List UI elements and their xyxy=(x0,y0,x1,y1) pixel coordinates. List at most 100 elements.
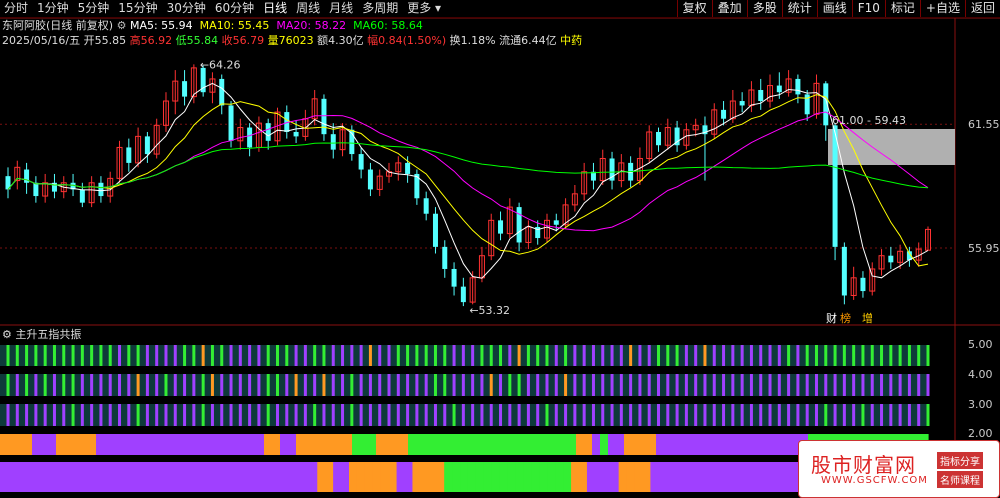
indicator-block xyxy=(690,462,699,492)
indicator-block xyxy=(88,434,97,455)
indicator-bar xyxy=(322,404,326,426)
indicator-block xyxy=(464,434,473,455)
price-axis-label-1: 55.95 xyxy=(968,242,1000,255)
indicator-bar xyxy=(489,374,493,396)
indicator-block xyxy=(364,462,374,492)
indicator-bar xyxy=(861,345,865,366)
indicator-block xyxy=(23,462,33,492)
indicator-bar xyxy=(749,404,753,426)
indicator-bar xyxy=(731,374,735,396)
candle-body xyxy=(423,198,429,214)
indicator-block xyxy=(80,434,89,455)
kline-chart[interactable]: 61.55 55.95 ←64.26 ←53.32 61.00 - 59.43 财榜增 5.… xyxy=(0,0,1000,498)
indicator-block xyxy=(136,434,145,455)
indicator-bar xyxy=(164,404,168,426)
period-tab-5[interactable]: 60分钟 xyxy=(215,0,254,17)
candle-body xyxy=(265,123,271,141)
indicator-block xyxy=(152,434,161,455)
tool-button-4[interactable]: 画线 xyxy=(816,0,852,17)
indicator-bar xyxy=(257,404,261,426)
indicator-bar xyxy=(694,345,698,366)
tool-button-0[interactable]: 复权 xyxy=(676,0,712,17)
indicator-block xyxy=(769,462,778,492)
indicator-gear-icon[interactable]: ⚙ xyxy=(2,328,15,341)
indicator-block xyxy=(64,434,73,455)
indicator-bar xyxy=(545,374,549,396)
tool-buttons: 复权 叠加 多股 统计 画线 F10 标记 +自选 返回 xyxy=(676,0,1000,17)
tool-button-1[interactable]: 叠加 xyxy=(711,0,747,17)
indicator-block xyxy=(539,462,548,492)
indicator-block xyxy=(71,462,80,492)
indicator-block xyxy=(499,462,509,492)
float-label: 流通6.44亿 xyxy=(499,34,557,47)
indicator-bar xyxy=(703,374,707,396)
tool-button-8[interactable]: 返回 xyxy=(964,0,1000,17)
volume-label: 量76023 xyxy=(267,34,314,47)
period-tab-1[interactable]: 1分钟 xyxy=(37,0,69,17)
indicator-bar xyxy=(378,374,382,396)
tool-button-7[interactable]: +自选 xyxy=(919,0,965,17)
period-tab-8[interactable]: 月线 xyxy=(329,0,353,17)
indicator-bar xyxy=(499,404,503,426)
tool-button-5[interactable]: F10 xyxy=(851,0,885,17)
indicator-bar xyxy=(303,404,307,426)
indicator-bar xyxy=(508,345,512,366)
tool-button-2[interactable]: 多股 xyxy=(746,0,782,17)
tool-button-6[interactable]: 标记 xyxy=(884,0,920,17)
indicator-block xyxy=(103,462,112,492)
indicator-block xyxy=(320,434,329,455)
indicator-bar xyxy=(341,404,345,426)
indicator-bar xyxy=(80,345,84,366)
indicator-bar xyxy=(907,345,911,366)
stock-name: 东阿阿胶(日线 前复权) xyxy=(2,19,114,32)
indicator-bar xyxy=(192,345,196,366)
indicator-bar xyxy=(452,404,456,426)
indicator-bar xyxy=(638,345,642,366)
indicator-bar xyxy=(917,345,921,366)
indicator-bar xyxy=(619,404,623,426)
indicator-bar xyxy=(768,404,772,426)
indicator-block xyxy=(192,434,201,455)
indicator-bar xyxy=(722,404,726,426)
period-tab-2[interactable]: 5分钟 xyxy=(78,0,110,17)
period-tab-6[interactable]: 日线 xyxy=(263,0,287,17)
indicator-bar xyxy=(805,345,809,366)
indicator-bar xyxy=(461,374,465,396)
period-tab-3[interactable]: 15分钟 xyxy=(118,0,157,17)
candle-body xyxy=(182,81,188,97)
tool-button-3[interactable]: 统计 xyxy=(781,0,817,17)
indicator-bar xyxy=(517,345,521,366)
period-tab-9[interactable]: 多周期 xyxy=(362,0,398,17)
indicator-bar xyxy=(749,345,753,366)
indicator-title[interactable]: ⚙ 主升五指共振 xyxy=(2,328,81,341)
indicator-bar xyxy=(341,374,345,396)
period-tab-0[interactable]: 分时 xyxy=(4,0,28,17)
period-tab-10[interactable]: 更多 ▾ xyxy=(407,0,441,17)
indicator-bar xyxy=(489,345,493,366)
period-tab-7[interactable]: 周线 xyxy=(296,0,320,17)
indicator-axis-label-1: 4.00 xyxy=(968,368,993,381)
indicator-bar xyxy=(870,404,874,426)
indicator-bar xyxy=(926,374,930,396)
indicator-bar xyxy=(657,345,661,366)
indicator-bar xyxy=(833,345,837,366)
period-tab-4[interactable]: 30分钟 xyxy=(167,0,206,17)
indicator-block xyxy=(626,462,636,492)
indicator-bar xyxy=(331,404,335,426)
indicator-bar xyxy=(285,345,289,366)
settings-gear-icon[interactable]: ⚙ xyxy=(117,19,130,32)
range-box xyxy=(828,129,955,165)
indicator-bar xyxy=(378,345,382,366)
indicator-block xyxy=(618,462,628,492)
indicator-bar xyxy=(52,374,56,396)
indicator-bar xyxy=(759,345,763,366)
indicator-block xyxy=(176,434,185,455)
indicator-block xyxy=(134,462,144,492)
indicator-block xyxy=(372,462,382,492)
indicator-bar xyxy=(164,374,168,396)
indicator-block xyxy=(200,434,209,455)
indicator-bar xyxy=(833,404,837,426)
indicator-block xyxy=(563,462,572,492)
indicator-bar xyxy=(694,404,698,426)
indicator-bar xyxy=(526,374,530,396)
